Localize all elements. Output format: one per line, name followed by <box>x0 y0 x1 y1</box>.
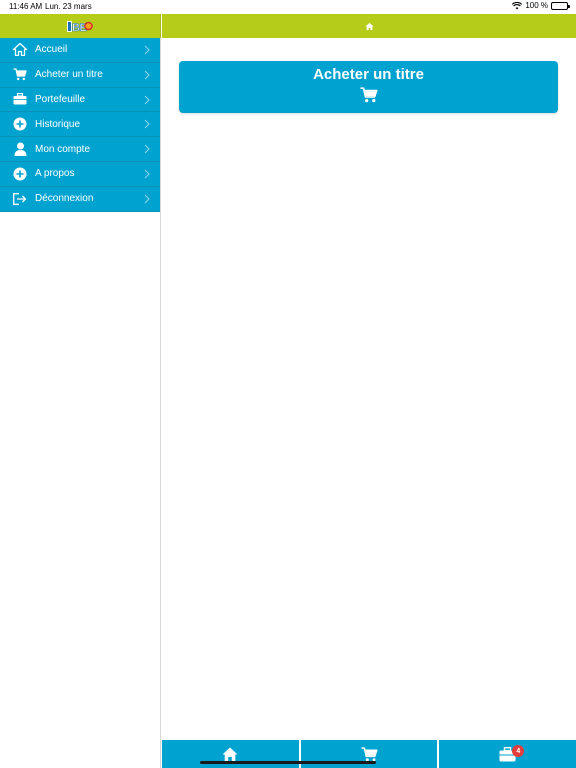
svg-text:BE: BE <box>72 22 86 33</box>
sidebar-item-historique[interactable]: Historique <box>0 112 160 138</box>
status-right: 100 % <box>512 1 570 10</box>
cart-icon <box>360 87 378 103</box>
logout-icon <box>13 192 27 206</box>
sidebar-item-label: Accueil <box>35 44 68 56</box>
chevron-right-icon <box>144 70 150 80</box>
sidebar-item-accueil[interactable]: Accueil <box>0 38 160 63</box>
sidebar-item-label: Acheter un titre <box>35 69 103 81</box>
sidebar-item-deconnexion[interactable]: Déconnexion <box>0 186 160 212</box>
home-indicator <box>200 761 376 764</box>
sidebar-item-label: Déconnexion <box>35 193 94 205</box>
chevron-right-icon <box>144 45 150 55</box>
briefcase-icon <box>13 92 27 106</box>
sidebar-header: BE <box>0 14 161 38</box>
status-time: 11:46 AM <box>9 2 43 11</box>
chevron-right-icon <box>144 169 150 179</box>
sidebar-item-label: Historique <box>35 118 81 130</box>
home-icon[interactable] <box>364 22 374 31</box>
wifi-icon <box>512 1 523 9</box>
sidebar-item-label: Mon compte <box>35 143 91 155</box>
wallet-badge: 4 <box>512 745 525 757</box>
chevron-right-icon <box>144 95 150 104</box>
buy-ticket-button[interactable]: Acheter un titre <box>179 61 558 113</box>
home-icon <box>13 43 27 57</box>
sidebar-item-acheter[interactable]: Acheter un titre <box>0 62 160 88</box>
chevron-right-icon <box>144 194 150 204</box>
app-logo: BE <box>67 19 93 33</box>
sidebar-item-label: A propos <box>35 168 75 180</box>
sidebar-item-label: Portefeuille <box>35 93 86 105</box>
user-icon <box>13 142 27 157</box>
status-date: Lun. 23 mars <box>45 2 92 11</box>
sidebar-item-mon-compte[interactable]: Mon compte <box>0 137 160 162</box>
chevron-right-icon <box>144 144 150 154</box>
cart-icon <box>361 746 378 761</box>
battery-percent: 100 % <box>525 1 548 10</box>
sidebar-item-a-propos[interactable]: A propos <box>0 161 160 187</box>
tab-wallet[interactable]: 4 <box>439 740 576 768</box>
home-icon <box>222 747 238 761</box>
sidebar: Accueil Acheter un titre Portefeuille Hi… <box>0 38 161 768</box>
plus-circle-icon <box>13 117 27 131</box>
cart-icon <box>13 68 27 82</box>
battery-icon <box>551 1 570 10</box>
sidebar-item-portefeuille[interactable]: Portefeuille <box>0 87 160 113</box>
main-header <box>162 14 576 38</box>
status-bar: 11:46 AM Lun. 23 mars 100 % <box>0 0 576 14</box>
chevron-right-icon <box>144 120 150 129</box>
buy-ticket-title: Acheter un titre <box>313 66 424 83</box>
logo-icon: BE <box>67 21 93 33</box>
plus-circle-icon <box>13 167 27 181</box>
